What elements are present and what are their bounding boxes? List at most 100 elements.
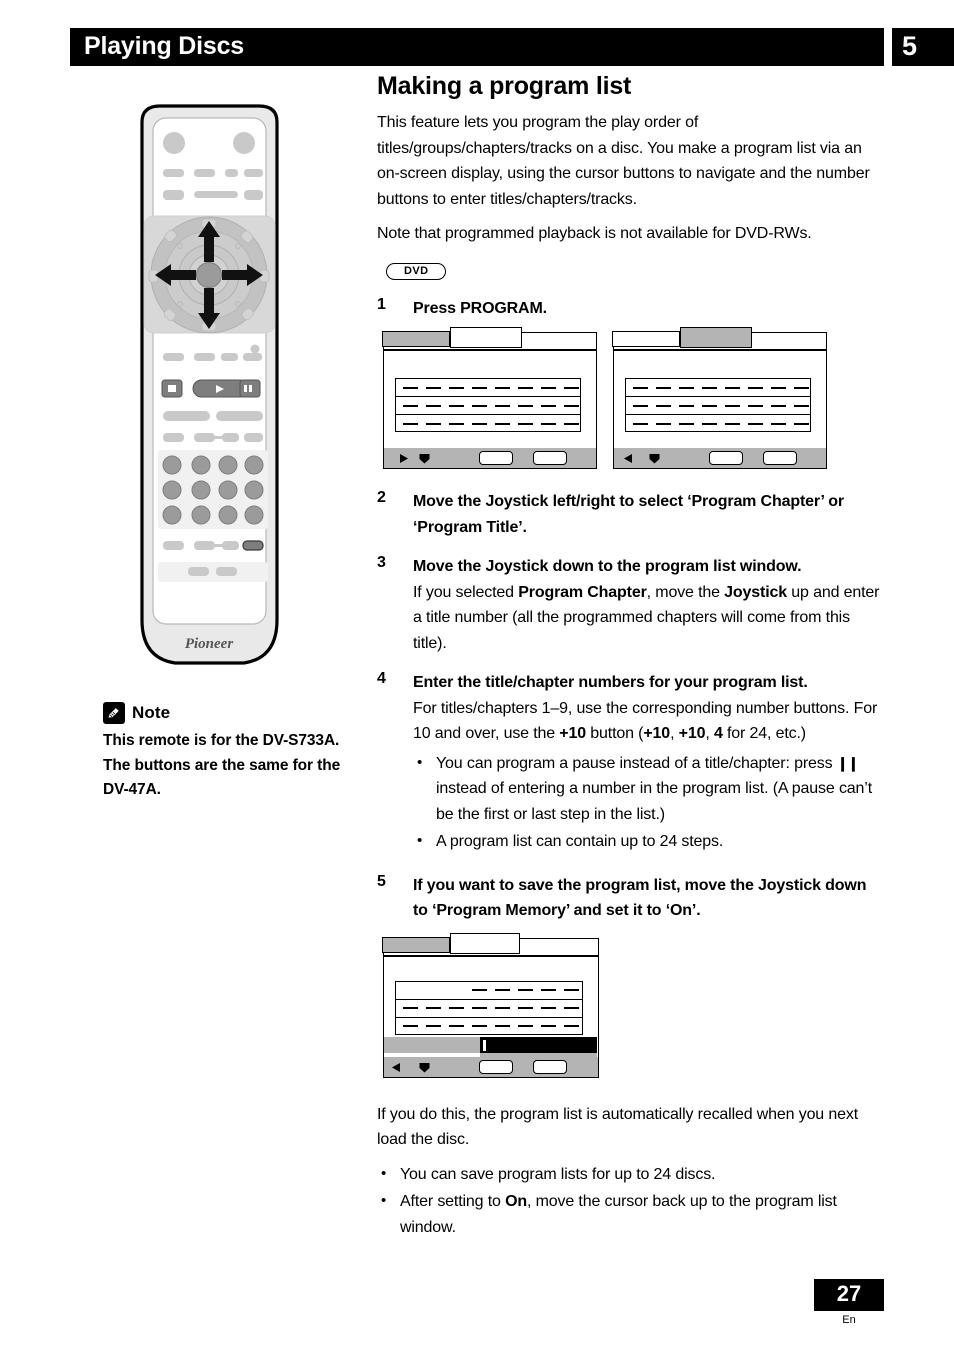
osd3-row-2[interactable]: [396, 1000, 582, 1018]
osd1-program-list[interactable]: [395, 378, 581, 432]
left-column: Pioneer: [100, 100, 350, 670]
osd1-row-3[interactable]: [396, 415, 580, 432]
osd1-row2-dashes: [403, 404, 579, 407]
osd2-tab-left[interactable]: [612, 331, 681, 348]
note-text: This remote is for the DV-S733A. The but…: [103, 732, 341, 798]
closing-bullet-1: You can save program lists for up to 24 …: [377, 1161, 885, 1188]
remote-control-illustration: Pioneer: [122, 100, 282, 670]
osd3-cursor-mark: [483, 1039, 486, 1051]
osd-screen-program-memory: [382, 932, 599, 1078]
step-4-bold-plus10-a: +10: [559, 725, 586, 742]
main-column: Making a program list This feature lets …: [377, 72, 885, 1242]
osd2-tab-strip: [612, 327, 826, 351]
step-4-bullet-1: You can program a pause instead of a tit…: [413, 750, 885, 828]
osd3-tab-strip: [382, 932, 598, 957]
step-4-number: 4: [377, 670, 386, 687]
step-5: 5 If you want to save the program list, …: [377, 873, 885, 924]
step-4-heading: Enter the title/chapter numbers for your…: [413, 674, 808, 691]
osd3-row-3[interactable]: [396, 1018, 582, 1035]
step-1: 1 Press PROGRAM.: [377, 296, 885, 322]
osd-screens-row: [382, 327, 885, 475]
osd1-row1-dashes: [403, 386, 579, 389]
osd2-row1-dashes: [633, 386, 809, 389]
remote-svg: Pioneer: [140, 104, 279, 665]
osd2-body: [614, 351, 826, 468]
osd3-tab-left-selected[interactable]: [382, 936, 451, 953]
remote-brand-label: Pioneer: [185, 636, 233, 652]
step-4-bullet-1-pre: You can program a pause instead of a tit…: [436, 754, 837, 772]
step-3-body: If you selected Program Chapter, move th…: [413, 580, 885, 657]
play-left-arrow-icon: [622, 452, 635, 465]
osd-screen-program-title: [612, 327, 827, 469]
osd2-button-2[interactable]: [763, 451, 797, 465]
step-4: 4 Enter the title/chapter numbers for yo…: [377, 670, 885, 855]
note-label: Note: [132, 703, 171, 722]
intro-paragraph: This feature lets you program the play o…: [377, 114, 870, 208]
step-2-number: 2: [377, 489, 386, 506]
osd3-row-1[interactable]: [396, 982, 582, 1000]
osd3-row3-dashes: [403, 1025, 579, 1027]
step-4-bullet-1-post: instead of entering a number in the prog…: [436, 780, 872, 823]
closing-bullet-1-text: You can save program lists for up to 24 …: [400, 1165, 716, 1183]
note-block: Note This remote is for the DV-S733A. Th…: [103, 702, 343, 803]
step-4-body-suffix: for 24, etc.): [722, 725, 806, 742]
step-4-body-mid: button (: [586, 725, 644, 742]
osd1-tab-left-selected[interactable]: [382, 331, 451, 348]
osd3-memory-value-highlight[interactable]: [480, 1036, 597, 1053]
osd2-button-1[interactable]: [709, 451, 743, 465]
page-language-code: En: [842, 1314, 856, 1326]
osd1-status-bar: [384, 448, 596, 468]
step-2: 2 Move the Joystick left/right to select…: [377, 489, 885, 540]
page-number: 27: [814, 1279, 884, 1311]
step-3-heading: Move the Joystick down to the program li…: [413, 558, 802, 575]
osd1-row-2[interactable]: [396, 397, 580, 415]
play-right-arrow-icon: [397, 452, 410, 465]
step-3: 3 Move the Joystick down to the program …: [377, 554, 885, 656]
osd1-button-2[interactable]: [533, 451, 567, 465]
osd2-row-3[interactable]: [626, 415, 810, 432]
osd1-button-1[interactable]: [479, 451, 513, 465]
osd1-tab-strip: [382, 327, 596, 351]
step-4-body: For titles/chapters 1–9, use the corresp…: [413, 696, 885, 747]
closing-paragraph: If you do this, the program list is auto…: [377, 1105, 858, 1149]
step-5-number: 5: [377, 872, 386, 890]
osd1-row3-dashes: [403, 422, 579, 425]
step-4-bullet-list: You can program a pause instead of a tit…: [413, 750, 885, 855]
page-header: Playing Discs 5: [70, 28, 954, 68]
closing-bullet-2-bold-on: On: [505, 1193, 527, 1210]
step-1-number: 1: [377, 295, 386, 313]
osd3-tab-right[interactable]: [450, 932, 520, 954]
osd3-program-list[interactable]: [395, 980, 583, 1035]
step-4-body-mid3: ,: [705, 725, 714, 742]
closing-bullet-list: You can save program lists for up to 24 …: [377, 1161, 885, 1241]
osd2-row2-dashes: [633, 404, 809, 407]
article-title: Making a program list: [377, 72, 632, 100]
step-5-heading: If you want to save the program list, mo…: [413, 876, 867, 920]
heart-down-icon-2: [648, 452, 661, 465]
osd2-row3-dashes: [633, 422, 809, 425]
osd3-button-1[interactable]: [479, 1059, 513, 1074]
step-4-bullet-2: A program list can contain up to 24 step…: [413, 828, 885, 855]
closing-bullet-2: After setting to On, move the cursor bac…: [377, 1188, 885, 1240]
page-footer: 27 En: [814, 1279, 884, 1326]
osd-screen-row-memory: [382, 932, 885, 1086]
step-3-body-mid: , move the: [646, 583, 725, 601]
pencil-icon: [103, 702, 125, 724]
osd3-button-2[interactable]: [533, 1059, 567, 1074]
step-3-body-prefix: If you selected: [413, 583, 519, 601]
step-4-bold-four: 4: [713, 725, 723, 742]
step-3-bold-program-chapter: Program Chapter: [518, 583, 647, 601]
pause-icon: ❙❙: [836, 754, 859, 771]
heart-down-icon: [418, 452, 431, 465]
osd1-tab-right[interactable]: [450, 327, 522, 348]
osd2-row-2[interactable]: [626, 397, 810, 415]
osd2-program-list[interactable]: [625, 378, 811, 432]
osd2-status-bar: [614, 448, 826, 468]
osd2-tab-right-selected[interactable]: [680, 327, 752, 348]
play-left-arrow-icon-3: [390, 1061, 403, 1074]
osd1-row-1[interactable]: [396, 379, 580, 397]
disc-type-badge: DVD: [386, 262, 447, 280]
osd3-status-bar: [384, 1056, 598, 1077]
osd2-row-1[interactable]: [626, 379, 810, 397]
dvd-rw-note: Note that programmed playback is not ava…: [377, 225, 812, 242]
